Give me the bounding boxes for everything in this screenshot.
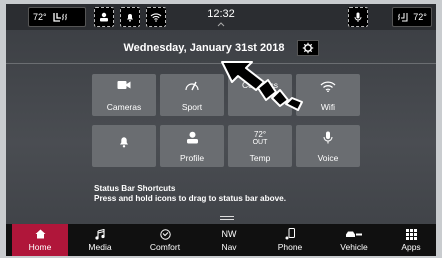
date-row: Wednesday, January 31st 2018 — [6, 38, 436, 58]
compass-heading: NW — [221, 229, 237, 239]
settings-button[interactable] — [296, 40, 319, 56]
tile-label: Voice — [317, 153, 339, 163]
passenger-climate-shortcut[interactable]: 72° — [392, 7, 432, 27]
nav-comfort[interactable]: Comfort — [134, 224, 196, 256]
status-shortcut-voice[interactable] — [348, 7, 368, 27]
bell-icon — [127, 14, 133, 22]
status-bar-hint: Status Bar Shortcuts Press and hold icon… — [94, 184, 286, 204]
outside-temp-sub: OUT — [252, 139, 268, 146]
nav-vehicle[interactable]: Vehicle — [324, 224, 384, 256]
status-shortcut-wifi[interactable] — [146, 7, 166, 27]
tile-voice[interactable]: Voice — [296, 125, 360, 167]
profile-icon — [186, 131, 198, 144]
wifi-icon — [150, 13, 162, 22]
driver-climate-shortcut[interactable]: 72° — [28, 7, 86, 27]
tile-sport[interactable]: Sport — [160, 74, 224, 116]
status-bar: 72° 12:32 72° — [6, 4, 436, 30]
gear-icon — [302, 42, 313, 54]
bell-icon — [120, 137, 128, 148]
hint-title: Status Bar Shortcuts — [94, 184, 176, 193]
passenger-temp: 72° — [413, 12, 427, 22]
hint-body: Press and hold icons to drag to status b… — [94, 194, 286, 203]
outside-temp-value: 72° — [253, 130, 267, 139]
home-icon — [35, 229, 45, 239]
chevron-up-icon[interactable] — [217, 21, 225, 27]
tile-temp[interactable]: 72° OUT Temp — [228, 125, 292, 167]
infotainment-screen: 72° 12:32 72° Wednesday, January 31st 20… — [6, 4, 436, 256]
tile-notifications[interactable] — [92, 125, 156, 167]
phone-icon — [285, 228, 295, 240]
nav-media[interactable]: Media — [72, 224, 128, 256]
driver-temp: 72° — [33, 12, 47, 22]
grid-icon — [405, 228, 417, 240]
heated-seat-icon — [52, 12, 67, 22]
nav-label: Phone — [277, 242, 303, 252]
car-icon — [346, 231, 362, 237]
nav-label: Comfort — [149, 242, 181, 252]
nav-nav[interactable]: NW Nav — [200, 224, 258, 256]
profile-icon — [100, 12, 108, 22]
nav-label: Home — [28, 242, 52, 252]
tile-label: Temp — [249, 153, 271, 163]
microphone-icon — [323, 131, 333, 144]
status-shortcut-profile[interactable] — [94, 7, 114, 27]
bottom-nav: Home Media Comfort NW Nav Phone Vehicle … — [6, 224, 436, 256]
tile-cameras[interactable]: Cameras — [92, 74, 156, 116]
nav-label: Apps — [401, 242, 421, 252]
nav-phone[interactable]: Phone — [262, 224, 318, 256]
drawer-handle[interactable] — [220, 216, 234, 221]
tile-label: Sport — [181, 102, 203, 112]
compass-nw-icon: NW — [222, 228, 237, 240]
steering-wheel-icon — [159, 228, 171, 240]
camera-icon — [117, 81, 131, 89]
tile-label: Cameras — [106, 102, 142, 112]
tile-label: Profile — [179, 153, 205, 163]
drag-arrow-icon — [221, 61, 303, 111]
outside-temp-icon: 72° OUT — [228, 131, 292, 147]
passenger-heated-seat-icon — [398, 12, 408, 21]
nav-home[interactable]: Home — [12, 224, 68, 256]
tile-profile[interactable]: Profile — [160, 125, 224, 167]
nav-label: Nav — [221, 242, 237, 252]
clock: 12:32 — [207, 8, 235, 20]
date-display: Wednesday, January 31st 2018 — [123, 42, 285, 54]
nav-label: Media — [88, 242, 112, 252]
microphone-icon — [354, 12, 362, 22]
wifi-icon — [320, 81, 336, 92]
music-note-icon — [95, 228, 105, 240]
status-shortcut-notifications[interactable] — [120, 7, 140, 27]
sport-icon — [185, 81, 199, 91]
nav-label: Vehicle — [340, 242, 368, 252]
nav-apps[interactable]: Apps — [388, 224, 434, 256]
tile-label: Wifi — [320, 102, 336, 112]
